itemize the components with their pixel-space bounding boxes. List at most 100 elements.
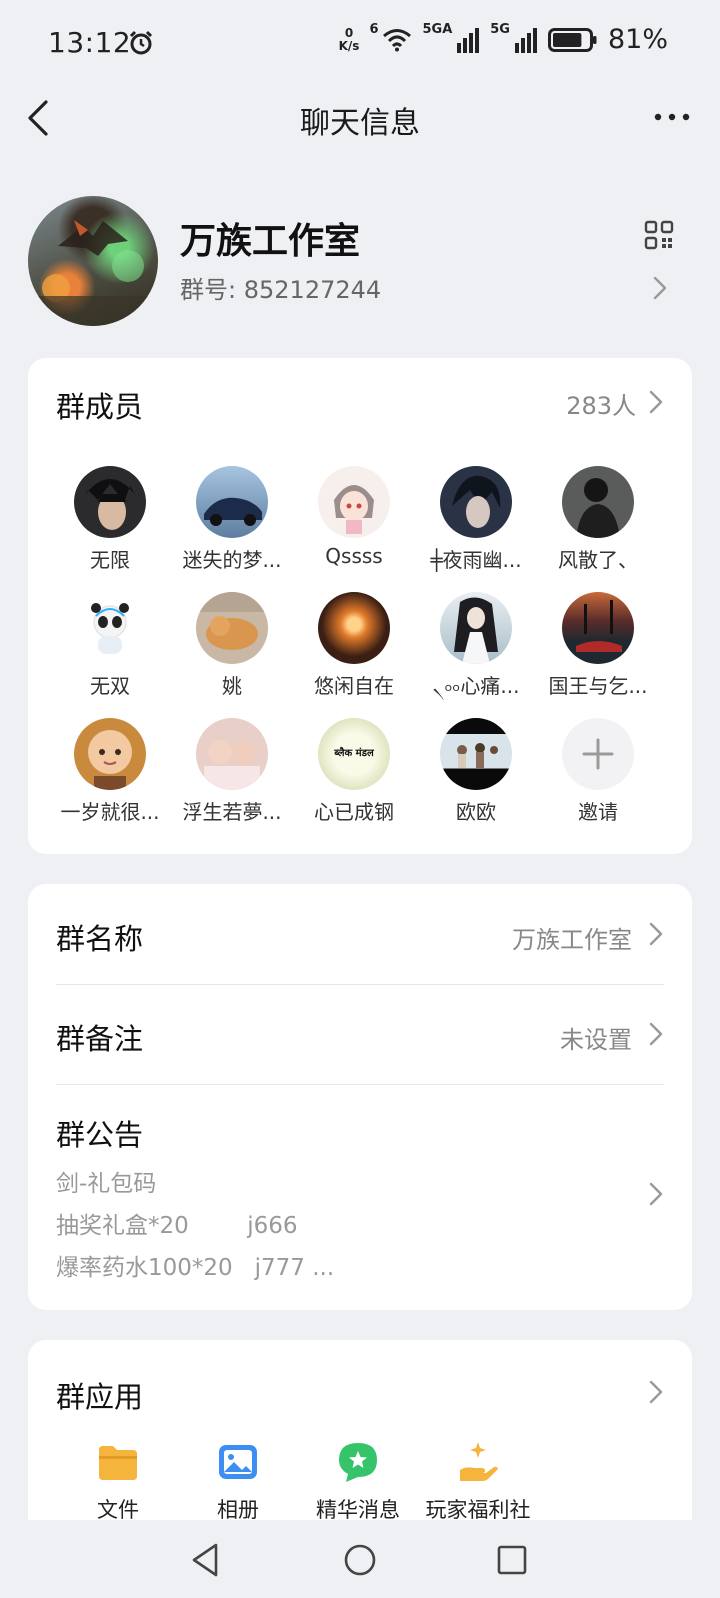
member-item[interactable]: ৲৹৹心痛...: [416, 592, 536, 705]
notice-line: 剑-礼包码: [56, 1171, 157, 1197]
invite-button[interactable]: 邀请: [538, 718, 658, 825]
member-name: 风散了、: [558, 548, 638, 572]
app-album[interactable]: 相册: [178, 1440, 298, 1524]
status-icons: 0 K/s 6 5GA 5G 81%: [339, 22, 668, 55]
group-apps-card: 群应用 文件 相册 精华消息 玩家福利社: [28, 1340, 692, 1522]
member-avatar: [562, 466, 634, 538]
nav-home-button[interactable]: [340, 1540, 380, 1580]
app-featured-messages[interactable]: 精华消息: [298, 1440, 418, 1524]
member-name: 无双: [90, 674, 130, 698]
member-name: 悠闲自在: [314, 674, 394, 698]
nav-back-button[interactable]: [186, 1540, 226, 1580]
member-name: Qssss: [325, 544, 383, 568]
app-files[interactable]: 文件: [58, 1440, 178, 1524]
circle-home-icon: [344, 1544, 376, 1576]
signal1-label: 5GA: [422, 22, 453, 37]
member-item[interactable]: 一岁就很...: [50, 718, 170, 825]
group-id-value: 852127244: [243, 276, 382, 304]
member-item[interactable]: 无限: [50, 466, 170, 573]
member-name: 姚: [222, 674, 242, 698]
member-avatar: [440, 592, 512, 664]
chevron-right-icon: [648, 388, 664, 416]
plus-icon: [582, 738, 614, 770]
member-avatar: [74, 466, 146, 538]
member-avatar: [440, 466, 512, 538]
group-id: 群号: 852127244: [180, 270, 381, 305]
nav-bar: 聊天信息: [0, 88, 720, 148]
member-avatar: [196, 466, 268, 538]
more-button[interactable]: [652, 102, 692, 132]
members-count: 283人: [566, 392, 636, 420]
member-name: 心已成钢: [314, 800, 394, 824]
member-item[interactable]: 风散了、: [538, 466, 658, 573]
group-id-label: 群号:: [180, 276, 237, 304]
signal-icon: [514, 27, 537, 53]
nav-recents-button[interactable]: [492, 1540, 532, 1580]
notice-line: 抽奖礼盒*20 j666: [56, 1213, 298, 1239]
triangle-back-icon: [192, 1543, 218, 1577]
group-name-value: 万族工作室: [512, 926, 632, 954]
alarm-icon: [128, 30, 154, 60]
chevron-right-icon: [648, 1180, 664, 1208]
member-item[interactable]: Qssss: [294, 466, 414, 568]
signal-icon: [457, 27, 480, 53]
battery-percent: 81%: [607, 24, 668, 55]
member-item[interactable]: 无双: [50, 592, 170, 699]
member-avatar: [74, 592, 146, 664]
featured-message-icon: [336, 1440, 380, 1484]
status-bar: 13:12 0 K/s 6 5GA 5G 81%: [0, 0, 720, 88]
members-card: 群成员 283人 无限 迷失的梦... Qssss ╪夜雨幽... 风散了、 无…: [28, 358, 692, 854]
status-time: 13:12: [48, 26, 132, 59]
group-remark-row[interactable]: 群备注 未设置: [56, 984, 664, 1084]
member-name: 欧欧: [456, 800, 496, 824]
group-remark-label: 群备注: [56, 1022, 144, 1056]
member-avatar: ब्लैक मंडल: [318, 718, 390, 790]
folder-icon: [96, 1440, 140, 1484]
invite-avatar: [562, 718, 634, 790]
chevron-right-icon: [648, 1378, 664, 1406]
system-nav-bar: [0, 1520, 720, 1598]
member-item[interactable]: 迷失的梦...: [172, 466, 292, 573]
chevron-right-icon: [648, 920, 664, 948]
member-name: 迷失的梦...: [182, 548, 282, 572]
app-player-welfare[interactable]: 玩家福利社: [418, 1440, 538, 1524]
group-settings-card: 群名称 万族工作室 群备注 未设置 群公告 剑-礼包码 抽奖礼盒*20 j666…: [28, 884, 692, 1310]
signal2-label: 5G: [490, 22, 510, 37]
battery-icon: [547, 27, 597, 52]
group-name-row[interactable]: 群名称 万族工作室: [56, 884, 664, 984]
member-item[interactable]: ब्लैक मंडल 心已成钢: [294, 718, 414, 825]
chevron-right-icon: [648, 1020, 664, 1048]
member-item[interactable]: 浮生若夢...: [172, 718, 292, 825]
member-name: 浮生若夢...: [182, 800, 282, 824]
group-avatar[interactable]: [28, 196, 158, 326]
member-avatar: [318, 466, 390, 538]
member-item[interactable]: 国王与乞...: [538, 592, 658, 699]
group-remark-value: 未设置: [560, 1026, 632, 1054]
member-item[interactable]: 欧欧: [416, 718, 536, 825]
invite-label: 邀请: [578, 800, 618, 824]
group-apps-header[interactable]: 群应用: [28, 1340, 692, 1426]
square-recents-icon: [497, 1545, 527, 1575]
chevron-right-icon: [652, 274, 668, 306]
member-avatar: [440, 718, 512, 790]
group-apps-title: 群应用: [56, 1380, 144, 1414]
wifi-icon: [383, 28, 412, 51]
notice-line: 爆率药水100*20 j777 ...: [56, 1255, 335, 1281]
group-notice-row[interactable]: 群公告 剑-礼包码 抽奖礼盒*20 j666 爆率药水100*20 j777 .…: [28, 1084, 692, 1310]
qr-code-button[interactable]: [644, 220, 674, 250]
members-title: 群成员: [56, 390, 144, 424]
group-name-label: 群名称: [56, 922, 144, 956]
player-welfare-icon: [456, 1440, 500, 1484]
group-profile[interactable]: 万族工作室 群号: 852127244: [0, 190, 720, 330]
member-avatar: [74, 718, 146, 790]
member-item[interactable]: 悠闲自在: [294, 592, 414, 699]
member-item[interactable]: 姚: [172, 592, 292, 699]
members-count-link[interactable]: 283人: [524, 384, 664, 424]
member-avatar: [318, 592, 390, 664]
member-item[interactable]: ╪夜雨幽...: [416, 466, 536, 573]
member-avatar: [196, 592, 268, 664]
member-name: 国王与乞...: [548, 674, 648, 698]
photo-album-icon: [216, 1440, 260, 1484]
member-name: ╪夜雨幽...: [430, 548, 522, 572]
member-avatar-text: ब्लैक मंडल: [334, 748, 374, 759]
